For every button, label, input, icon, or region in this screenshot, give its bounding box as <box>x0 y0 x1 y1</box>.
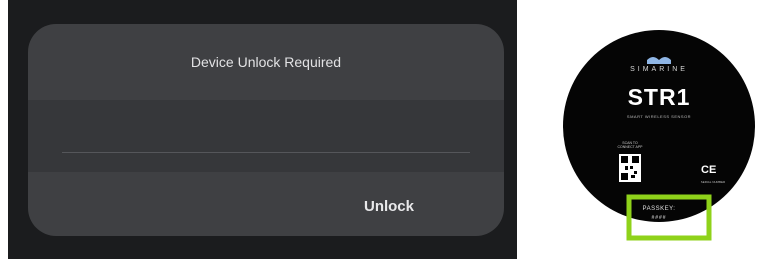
passkey-input-field[interactable] <box>28 100 504 172</box>
passkey-label: PASSKEY: <box>642 206 676 212</box>
dialog-title: Device Unlock Required <box>190 54 342 70</box>
device-label-photo: SIMARINE STR1 SMART WIRELESS SENSOR SCAN… <box>561 16 757 244</box>
input-underline <box>62 152 470 153</box>
unlock-button[interactable]: Unlock <box>344 188 434 224</box>
unlock-dialog: Device Unlock Required Unlock <box>28 24 504 236</box>
app-screen-background: Device Unlock Required Unlock <box>8 0 517 259</box>
passkey-area: PASSKEY: #### <box>561 16 757 244</box>
passkey-value: #### <box>651 215 667 221</box>
